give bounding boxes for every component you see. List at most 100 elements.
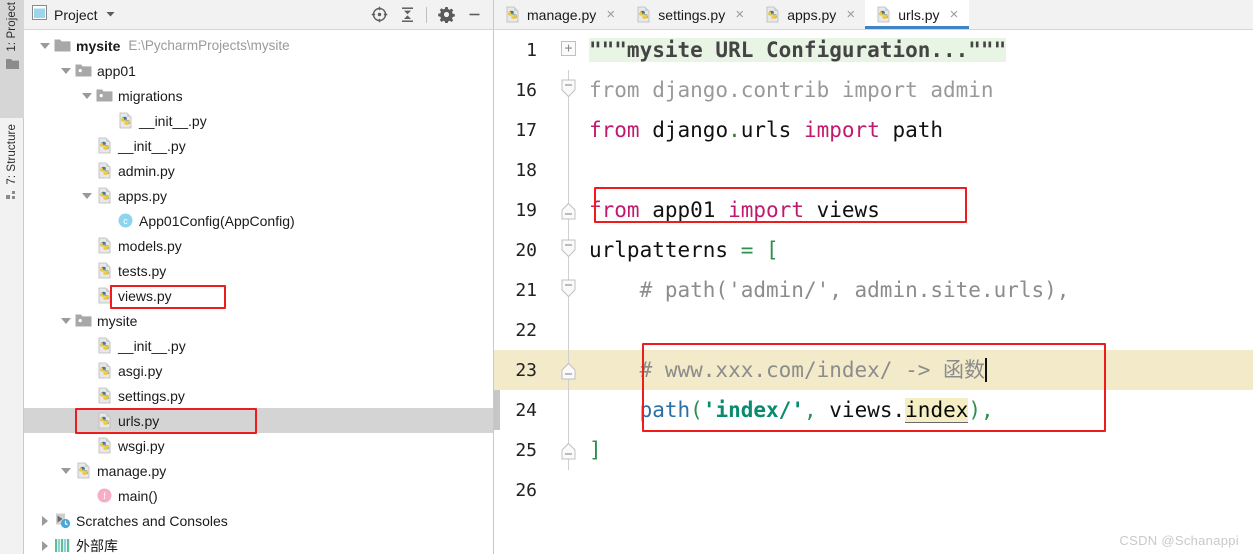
project-tree[interactable]: mysite E:\PycharmProjects\mysite app01 migr…: [24, 30, 493, 554]
tree-item-label: App01Config(AppConfig): [139, 212, 295, 229]
tab-urls-py[interactable]: urls.py ×: [865, 0, 969, 29]
tab-apps-py[interactable]: apps.py ×: [754, 0, 866, 29]
left-toolwindow-strip: 1: Project 7: Structure: [0, 0, 24, 554]
code-line-text: # path('admin/', admin.site.urls),: [639, 278, 1070, 302]
page-title: Project: [54, 6, 98, 23]
chevron-down-icon[interactable]: [59, 314, 72, 327]
fold-collapse-start-icon[interactable]: [561, 239, 576, 258]
project-path: E:\PycharmProjects\mysite: [128, 38, 290, 53]
code-line-17[interactable]: 17 from django.urls import path: [494, 110, 1253, 150]
chevron-down-icon[interactable]: [38, 39, 51, 52]
code-line-23[interactable]: 23 # www.xxx.com/index/ -> 函数: [494, 350, 1253, 390]
tab-label: manage.py: [527, 6, 597, 23]
code-line-20[interactable]: 20 urlpatterns = [: [494, 230, 1253, 270]
tree-item-label: mysite: [97, 312, 138, 329]
code-line-text: ]: [589, 438, 602, 462]
tree-item-label: __init__.py: [118, 137, 186, 154]
chevron-down-icon[interactable]: [80, 189, 93, 202]
tree-item-migrations[interactable]: migrations: [24, 83, 493, 108]
code-line-18[interactable]: 18: [494, 150, 1253, 190]
tab-label: apps.py: [787, 6, 837, 23]
pycharm-window: 1: Project 7: Structure Project mysite E…: [0, 0, 1253, 554]
code-line-25[interactable]: 25]: [494, 430, 1253, 470]
tab-manage-py[interactable]: manage.py ×: [494, 0, 626, 29]
minimize-icon[interactable]: [461, 2, 487, 28]
tree-item-label: main(): [118, 487, 158, 504]
python-file-icon: [96, 362, 113, 379]
tree-item-wsgi-py[interactable]: wsgi.py: [24, 433, 493, 458]
chevron-right-icon[interactable]: [38, 514, 51, 527]
tree-item-tests-py[interactable]: tests.py: [24, 258, 493, 283]
editor-area: manage.py × settings.py × apps.py × urls.py × 1…: [494, 0, 1253, 554]
code-line-24[interactable]: 24 path('index/', views.index),: [494, 390, 1253, 430]
tree-item-mysite[interactable]: mysite: [24, 308, 493, 333]
fold-collapse-start-icon[interactable]: [561, 279, 576, 298]
tree-item-scratches-and-consoles[interactable]: Scratches and Consoles: [24, 508, 493, 533]
code-line-1[interactable]: 1 + """mysite URL Configuration...""": [494, 30, 1253, 70]
line-number: 21: [515, 279, 537, 301]
collapse-all-icon[interactable]: [394, 2, 420, 28]
locate-icon[interactable]: [366, 2, 392, 28]
tree-item-mysite[interactable]: mysite E:\PycharmProjects\mysite: [24, 33, 493, 58]
tree-item-label: manage.py: [97, 462, 167, 479]
fold-gutter: [549, 270, 589, 310]
close-icon[interactable]: ×: [844, 7, 857, 22]
tree-item-settings-py[interactable]: settings.py: [24, 383, 493, 408]
tree-item-app01[interactable]: app01: [24, 58, 493, 83]
close-icon[interactable]: ×: [733, 7, 746, 22]
sidebar-item-project[interactable]: 1: Project: [0, 0, 24, 118]
tab-settings-py[interactable]: settings.py ×: [625, 0, 755, 29]
chevron-down-icon[interactable]: [59, 464, 72, 477]
chevron-right-icon[interactable]: [38, 539, 51, 552]
tree-item-views-py[interactable]: views.py: [24, 283, 493, 308]
tree-item-manage-py[interactable]: manage.py: [24, 458, 493, 483]
chevron-down-icon[interactable]: [105, 6, 116, 24]
chevron-down-icon[interactable]: [80, 89, 93, 102]
tree-item--init-py[interactable]: __init__.py: [24, 333, 493, 358]
code-lines: 1 + """mysite URL Configuration...""" 16 fro…: [494, 30, 1253, 510]
line-number: 19: [515, 199, 537, 221]
tree-item-asgi-py[interactable]: asgi.py: [24, 358, 493, 383]
chevron-down-icon[interactable]: [59, 64, 72, 77]
code-editor[interactable]: 1 + """mysite URL Configuration...""" 16 fro…: [494, 30, 1253, 554]
fold-guide-line: [568, 390, 569, 430]
python-file-icon: [635, 6, 652, 23]
python-file-icon: [96, 287, 113, 304]
tree-item--[interactable]: 外部库: [24, 533, 493, 554]
code-line-text: urlpatterns = [: [589, 238, 779, 262]
sidebar-item-structure[interactable]: 7: Structure: [0, 122, 24, 250]
class-icon: c: [117, 212, 134, 229]
tree-item--init-py[interactable]: __init__.py: [24, 133, 493, 158]
tree-item-admin-py[interactable]: admin.py: [24, 158, 493, 183]
code-line-text: """mysite URL Configuration...""": [589, 38, 1007, 62]
code-line-21[interactable]: 21 # path('admin/', admin.site.urls),: [494, 270, 1253, 310]
python-file-icon: [96, 262, 113, 279]
tree-item-models-py[interactable]: models.py: [24, 233, 493, 258]
code-line-16[interactable]: 16 from django.contrib import admin: [494, 70, 1253, 110]
tree-item-urls-py[interactable]: urls.py: [24, 408, 493, 433]
tree-item-apps-py[interactable]: apps.py: [24, 183, 493, 208]
fold-gutter: [549, 310, 589, 350]
fold-collapse-start-icon[interactable]: [561, 79, 576, 98]
editor-tabbar[interactable]: manage.py × settings.py × apps.py × urls.py ×: [494, 0, 1253, 30]
tree-item--init-py[interactable]: __init__.py: [24, 108, 493, 133]
fold-collapse-end-icon[interactable]: [561, 202, 576, 221]
fold-expand-icon[interactable]: +: [561, 41, 576, 56]
fold-collapse-end-icon[interactable]: [561, 362, 576, 381]
close-icon[interactable]: ×: [948, 7, 961, 22]
project-panel-title-group[interactable]: Project: [32, 4, 116, 25]
fold-collapse-end-icon[interactable]: [561, 442, 576, 461]
fold-guide-line: [568, 150, 569, 190]
tree-item-app01config-appconfig-[interactable]: c App01Config(AppConfig): [24, 208, 493, 233]
code-line-22[interactable]: 22: [494, 310, 1253, 350]
close-icon[interactable]: ×: [604, 7, 617, 22]
function-icon: f: [96, 487, 113, 504]
gear-icon[interactable]: [433, 2, 459, 28]
code-line-19[interactable]: 19 from app01 import views: [494, 190, 1253, 230]
tree-item-label: asgi.py: [118, 362, 163, 379]
code-line-text: from django.urls import path: [589, 118, 944, 142]
tree-item-main-[interactable]: f main(): [24, 483, 493, 508]
library-icon: [54, 537, 71, 554]
python-file-icon: [764, 6, 781, 23]
code-line-26[interactable]: 26: [494, 470, 1253, 510]
